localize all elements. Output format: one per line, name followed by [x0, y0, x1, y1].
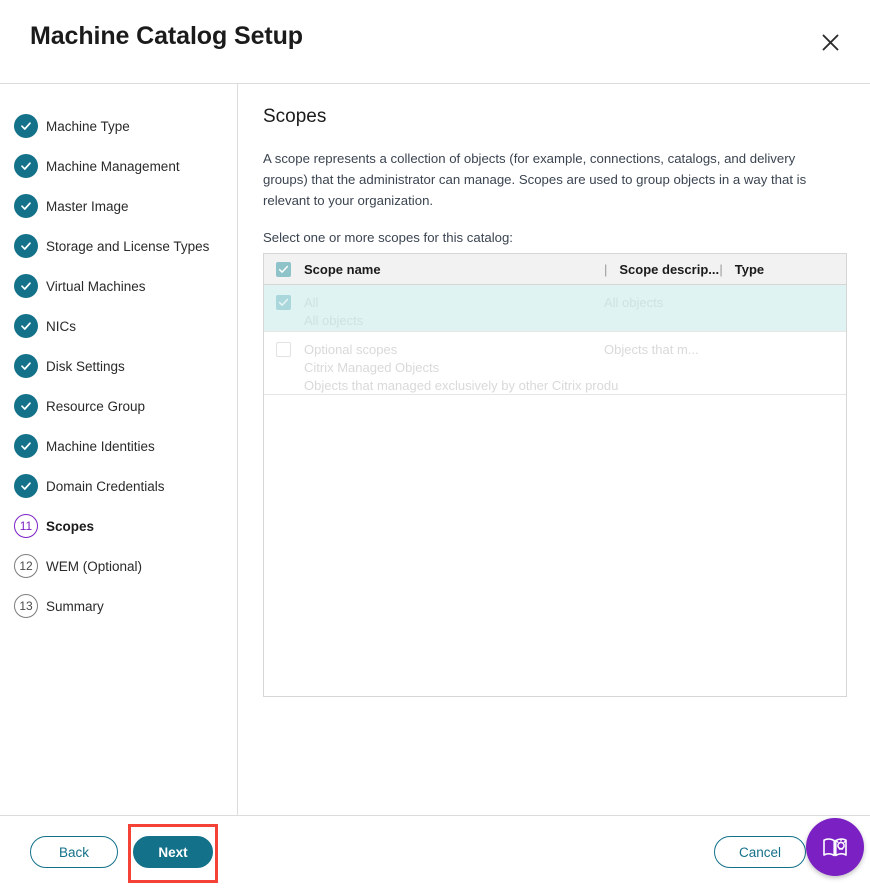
step-complete-check-icon	[14, 434, 38, 458]
sidebar-item-scopes[interactable]: 11 Scopes	[0, 506, 238, 546]
sidebar-item-summary[interactable]: 13 Summary	[0, 586, 238, 626]
sidebar-item-label: Disk Settings	[46, 358, 125, 374]
step-number: 13	[19, 599, 33, 613]
column-divider-2: |	[719, 261, 723, 277]
row-scope-description: Objects that m...	[604, 342, 699, 357]
main-content: Scopes A scope represents a collection o…	[239, 84, 870, 815]
row-scope-subtitle: All objects	[304, 313, 364, 328]
page-title: Machine Catalog Setup	[30, 22, 303, 50]
sidebar-item-label: Summary	[46, 598, 104, 614]
dialog-body: Machine Type Machine Management Master Ima…	[0, 84, 870, 815]
row-checkbox[interactable]	[276, 342, 291, 357]
close-icon[interactable]	[812, 24, 848, 60]
step-number: 12	[19, 559, 33, 573]
row-scope-description: All objects	[604, 295, 664, 310]
sidebar-item-resource-group[interactable]: Resource Group	[0, 386, 238, 426]
sidebar-item-label: Virtual Machines	[46, 278, 146, 294]
pane-title: Scopes	[263, 106, 327, 127]
step-complete-check-icon	[14, 154, 38, 178]
sidebar-item-master-image[interactable]: Master Image	[0, 186, 238, 226]
table-row[interactable]: All All objects All objects	[264, 285, 846, 332]
wizard-sidebar: Machine Type Machine Management Master Ima…	[0, 84, 238, 815]
sidebar-item-storage-and-license-types[interactable]: Storage and License Types	[0, 226, 238, 266]
sidebar-item-label: Scopes	[46, 518, 95, 534]
row-scope-name: All	[304, 295, 319, 310]
sidebar-item-label: Machine Identities	[46, 438, 155, 454]
sidebar-item-label: Domain Credentials	[46, 478, 165, 494]
select-all-checkbox[interactable]	[276, 261, 291, 277]
sidebar-item-machine-management[interactable]: Machine Management	[0, 146, 238, 186]
table-row[interactable]: Optional scopes Citrix Managed Objects O…	[264, 332, 846, 395]
sidebar-item-label: Master Image	[46, 198, 129, 214]
row-scope-subtitle: Citrix Managed Objects	[304, 360, 440, 375]
scopes-table: Scope name | Scope descrip... | Type All	[263, 253, 847, 697]
sidebar-item-label: WEM (Optional)	[46, 558, 143, 574]
cancel-button[interactable]: Cancel	[714, 836, 806, 868]
sidebar-item-label: Machine Type	[46, 118, 130, 134]
pane-description: A scope represents a collection of objec…	[263, 151, 807, 208]
sidebar-item-label: Machine Management	[46, 158, 180, 174]
step-complete-check-icon	[14, 354, 38, 378]
step-complete-check-icon	[14, 114, 38, 138]
table-empty-area	[264, 395, 846, 695]
step-complete-check-icon	[14, 194, 38, 218]
next-button[interactable]: Next	[133, 836, 213, 868]
back-button[interactable]: Back	[30, 836, 118, 868]
sidebar-item-label: NICs	[46, 318, 76, 334]
sidebar-item-wem-optional[interactable]: 12 WEM (Optional)	[0, 546, 238, 586]
sidebar-item-disk-settings[interactable]: Disk Settings	[0, 346, 238, 386]
sidebar-item-machine-type[interactable]: Machine Type	[0, 106, 238, 146]
step-complete-check-icon	[14, 474, 38, 498]
step-number: 11	[19, 519, 33, 533]
row-scope-detail: Objects that managed exclusively by othe…	[304, 378, 619, 393]
sidebar-item-nics[interactable]: NICs	[0, 306, 238, 346]
column-divider-1: |	[604, 261, 608, 277]
sidebar-item-label: Resource Group	[46, 398, 146, 414]
sidebar-item-virtual-machines[interactable]: Virtual Machines	[0, 266, 238, 306]
select-scopes-prompt: Select one or more scopes for this catal…	[263, 230, 513, 245]
step-number-badge: 13	[14, 594, 38, 618]
table-header-row: Scope name | Scope descrip... | Type	[264, 254, 846, 285]
step-complete-check-icon	[14, 314, 38, 338]
step-number-badge: 12	[14, 554, 38, 578]
sidebar-item-machine-identities[interactable]: Machine Identities	[0, 426, 238, 466]
sidebar-item-domain-credentials[interactable]: Domain Credentials	[0, 466, 238, 506]
machine-catalog-setup-dialog: Machine Catalog Setup Machine Type Machin…	[0, 0, 870, 889]
row-checkbox[interactable]	[276, 295, 291, 310]
column-header-scope-description[interactable]: Scope descrip...	[619, 262, 719, 277]
wizard-step-list: Machine Type Machine Management Master Ima…	[0, 106, 238, 626]
column-header-type[interactable]: Type	[735, 262, 795, 277]
row-scope-name-cell: Optional scopes Citrix Managed Objects O…	[304, 341, 619, 395]
column-header-scope-name[interactable]: Scope name	[304, 262, 604, 277]
row-scope-name-cell: All All objects	[304, 294, 604, 330]
step-complete-check-icon	[14, 234, 38, 258]
step-complete-check-icon	[14, 274, 38, 298]
step-complete-check-icon	[14, 394, 38, 418]
dialog-header: Machine Catalog Setup	[0, 0, 870, 84]
row-scope-name: Optional scopes	[304, 342, 398, 357]
book-lightbulb-icon[interactable]	[806, 818, 864, 876]
sidebar-item-label: Storage and License Types	[46, 238, 210, 254]
step-number-badge: 11	[14, 514, 38, 538]
